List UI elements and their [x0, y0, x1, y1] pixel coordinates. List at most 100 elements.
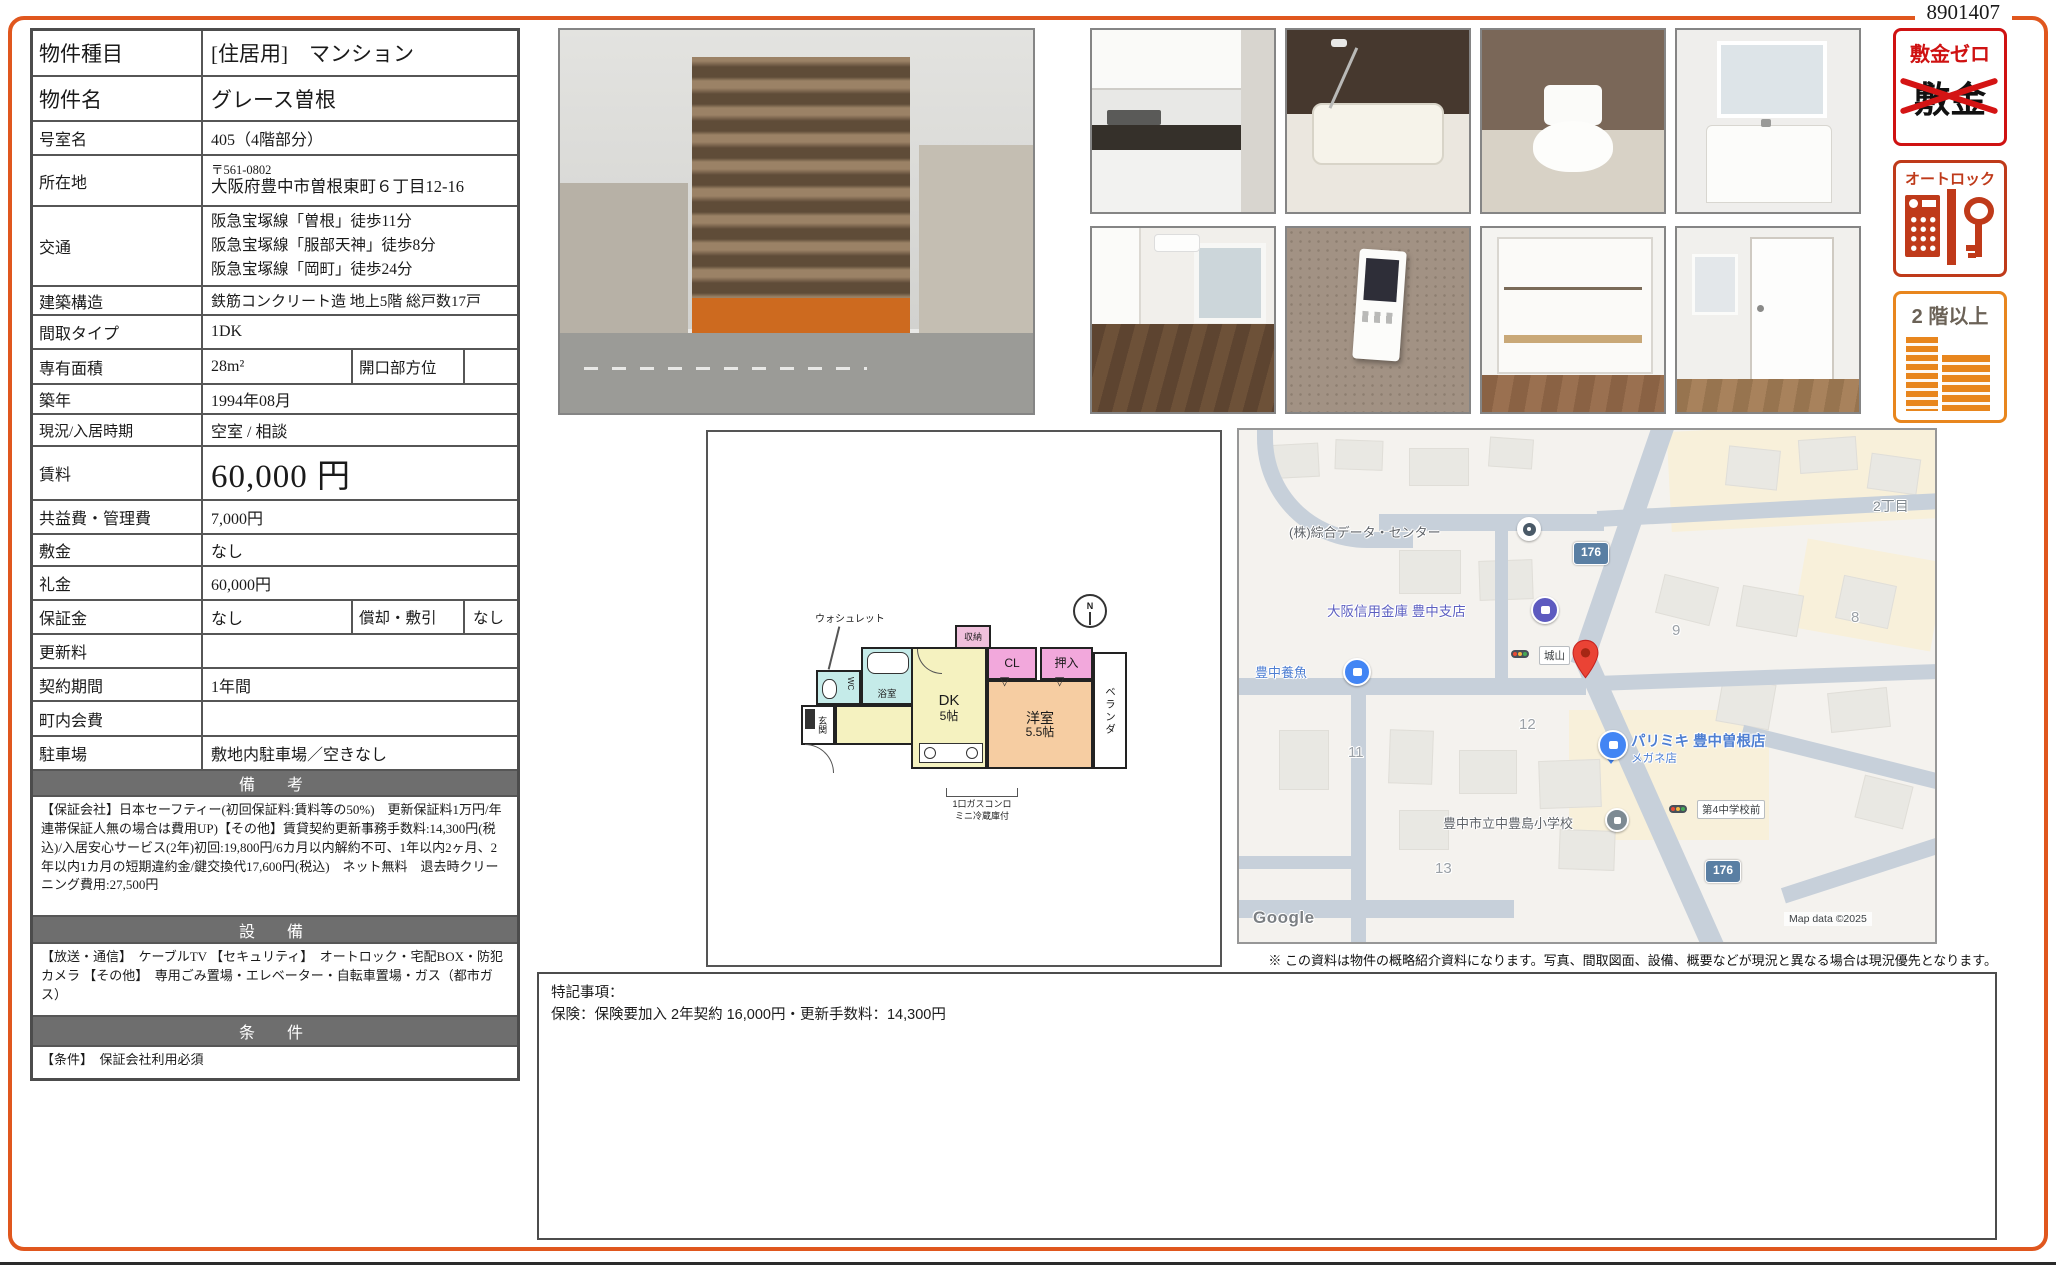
row-label: 建築構造: [33, 287, 203, 314]
row-label: 号室名: [33, 122, 203, 154]
map-block-number: 8: [1851, 609, 1859, 626]
sliding-door-mark-icon: ▽: [1000, 674, 1009, 688]
section-bar-conditions: 条 件: [33, 1017, 517, 1047]
map-building: [1798, 436, 1858, 474]
map-building: [1399, 810, 1449, 850]
traffic-light-icon: [1669, 805, 1687, 813]
row-label: 町内会費: [33, 702, 203, 735]
row-renewal-fee: 更新料: [33, 635, 517, 669]
photo-bathroom: [1285, 28, 1471, 214]
row-floor-area: 専有面積 28m² 開口部方位: [33, 350, 517, 385]
badge-autolock-title: オートロック: [1896, 168, 2004, 189]
row-structure: 建築構造 鉄筋コンクリート造 地上5階 総戸数17戸: [33, 287, 517, 316]
photo-washbasin: [1675, 28, 1861, 214]
room-closet: CL: [987, 647, 1037, 680]
row-value: 阪急宝塚線「曽根」徒歩11分 阪急宝塚線「服部天神」徒歩8分 阪急宝塚線「岡町」…: [203, 207, 517, 285]
map-label-bank: 大阪信用金庫 豊中支店: [1327, 600, 1466, 620]
row-layout-type: 間取タイプ 1DK: [33, 316, 517, 350]
row-value: 1994年08月: [203, 385, 517, 413]
access-line-1: 阪急宝塚線「曽根」徒歩11分: [211, 210, 412, 234]
hanger-rod: [1504, 287, 1642, 290]
row-value: 28m²: [203, 350, 353, 383]
photo-kitchen: [1090, 28, 1276, 214]
photo-intercom: [1285, 226, 1471, 414]
wall: [1241, 30, 1274, 212]
closet-doors: [1092, 228, 1141, 324]
photo-room-interior: [1090, 226, 1276, 414]
bus-stop-dai4-chugakko: 第4中学校前: [1697, 800, 1765, 819]
row-address: 所在地 〒561-0802 大阪府豊中市曽根東町６丁目12-16: [33, 156, 517, 207]
row-value: 敷地内駐車場／空きなし: [203, 737, 517, 769]
wc-label: WC: [846, 677, 855, 690]
disclaimer-note: ※ この資料は物件の概略紹介資料になります。写真、間取図面、設備、概要などが現況…: [1268, 950, 1997, 969]
western-room-label: 洋室: [1026, 710, 1054, 726]
map-label-data-center: (株)綜合データ・センター: [1289, 522, 1441, 541]
tower-icon: [1942, 355, 1990, 411]
row-rent: 賃料 60,000 円: [33, 447, 517, 501]
map-district-label: 2丁目: [1873, 496, 1909, 516]
floorplan: ウォシュレット N 収納 浴室 WC 玄関 DK 5帖: [797, 592, 1177, 842]
room-oshiire: 押入: [1040, 647, 1093, 680]
compass-needle: [1089, 612, 1092, 625]
burner-icon: [966, 747, 978, 759]
row-town-fee: 町内会費: [33, 702, 517, 737]
bathtub: [1312, 103, 1443, 165]
compass-n: N: [1087, 601, 1094, 611]
row-value-2: [465, 350, 517, 383]
counter: [1092, 125, 1241, 150]
intercom-screen: [1364, 258, 1400, 302]
row-value: なし: [203, 535, 517, 565]
dk-label: DK: [939, 692, 960, 709]
intercom-panel: [1352, 249, 1407, 362]
map-building: [1854, 775, 1913, 830]
map-building: [1538, 759, 1602, 809]
route-176-badge: 176: [1573, 542, 1609, 565]
remarks-text: 【保証会社】日本セーフティー(初回保証料:賃料等の50%) 更新保証料1万円/年…: [33, 797, 517, 917]
side-building: [560, 183, 688, 336]
row-built-year: 築年 1994年08月: [33, 385, 517, 415]
map-road: [1495, 528, 1508, 683]
special-notes-title: 特記事項：: [551, 982, 1983, 1004]
row-label: 契約期間: [33, 669, 203, 700]
row-label-2: 開口部方位: [353, 350, 465, 383]
conditions-text: 【条件】 保証会社利用必須: [33, 1047, 517, 1078]
row-value: 1DK: [203, 316, 517, 348]
map-building: [1279, 730, 1329, 790]
badge-upper-floor-title: 2 階以上: [1896, 300, 2004, 329]
door-arc-icon: [805, 744, 834, 773]
row-value: [住居用] マンション: [203, 31, 517, 75]
map-road: [1237, 856, 1364, 869]
badge-upper-floor: 2 階以上: [1893, 291, 2007, 423]
row-management-fee: 共益費・管理費 7,000円: [33, 501, 517, 535]
property-table: 物件種目 [住居用] マンション 物件名 グレース曽根 号室名 405（4階部分…: [30, 28, 520, 1081]
row-value: 1年間: [203, 669, 517, 700]
row-label: 交通: [33, 207, 203, 285]
intercom-screen-icon: [1922, 200, 1936, 207]
tower-icon: [1906, 337, 1938, 411]
badge-deposit-zero: 敷金ゼロ 敷金: [1893, 28, 2007, 146]
map-building: [1558, 829, 1615, 871]
special-notes-box: 特記事項： 保険：保険要加入 2年契約 16,000円・更新手数料：14,300…: [537, 972, 1997, 1240]
map-building: [1459, 750, 1517, 794]
map-road: [1781, 833, 1937, 904]
road-marking: [584, 367, 868, 370]
sink-icon: [924, 747, 936, 759]
row-property-name: 物件名 グレース曽根: [33, 77, 517, 122]
map-building: [1655, 574, 1719, 626]
veranda-label: ベランダ: [1104, 686, 1116, 736]
row-label: 専有面積: [33, 350, 203, 383]
building-icon: [1896, 329, 2004, 419]
key-tooth-icon: [1966, 245, 1976, 251]
room-wc: WC: [816, 670, 861, 705]
door-edge-icon: [1947, 189, 1956, 265]
kitchen-note-line-1: 1口ガスコンロ: [927, 799, 1037, 811]
row-access: 交通 阪急宝塚線「曽根」徒歩11分 阪急宝塚線「服部天神」徒歩8分 阪急宝塚線「…: [33, 207, 517, 287]
map-label-glasses-shop: パリミキ 豊中曽根店: [1631, 730, 1766, 751]
map-building: [1827, 687, 1891, 733]
shelf: [1504, 335, 1642, 343]
side-building-right: [919, 145, 1033, 337]
map-road: [1740, 725, 1937, 791]
map-building: [1488, 437, 1534, 470]
closet-interior: [1497, 237, 1654, 373]
map-label-fish-shop: 豊中養魚: [1255, 662, 1307, 681]
